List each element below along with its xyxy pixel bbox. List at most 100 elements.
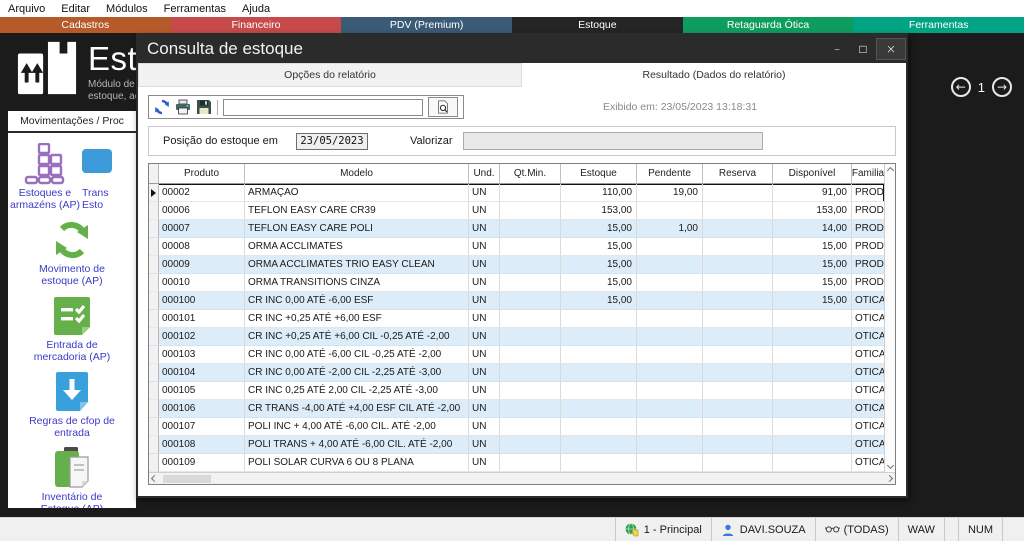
- close-button[interactable]: ×: [876, 38, 906, 60]
- cell-modelo: CR INC 0,25 ATÉ 2,00 CIL -2,25 ATÉ -3,00: [245, 382, 469, 400]
- vertical-scrollbar[interactable]: [884, 164, 895, 472]
- column-header-qtmin[interactable]: Qt.Min.: [500, 164, 561, 184]
- user-icon: [721, 523, 735, 537]
- cell-disponivel: 91,00: [773, 184, 852, 202]
- cell-modelo: TEFLON EASY CARE POLI: [245, 220, 469, 238]
- table-row[interactable]: 000108POLI TRANS + 4,00 ATÉ -6,00 CIL. A…: [149, 436, 884, 454]
- sidebar-item-movimento-de-estoque-ap[interactable]: Movimento de estoque (AP): [8, 219, 136, 295]
- row-indicator: [149, 418, 159, 436]
- table-row[interactable]: 00006TEFLON EASY CARE CR39UN153,00153,00…: [149, 202, 884, 220]
- column-header-reserva[interactable]: Reserva: [703, 164, 773, 184]
- table-row[interactable]: 000103CR INC 0,00 ATÉ -6,00 CIL -0,25 AT…: [149, 346, 884, 364]
- table-row[interactable]: 000101CR INC +0,25 ATÉ +6,00 ESFUNOTICA …: [149, 310, 884, 328]
- table-row[interactable]: 00009ORMA ACCLIMATES TRIO EASY CLEANUN15…: [149, 256, 884, 274]
- station-label: WAW: [908, 524, 935, 536]
- scroll-up-icon[interactable]: [886, 167, 893, 174]
- cell-estoque: [561, 310, 637, 328]
- preview-button[interactable]: [428, 97, 458, 117]
- module-tab-financeiro[interactable]: Financeiro: [171, 17, 342, 33]
- column-header-pendente[interactable]: Pendente: [637, 164, 703, 184]
- horizontal-scrollbar[interactable]: [149, 472, 895, 484]
- column-header-familia[interactable]: Familia: [852, 164, 884, 184]
- scroll-down-icon[interactable]: [886, 462, 893, 469]
- table-row[interactable]: 00008ORMA ACCLIMATESUN15,0015,00PRODUTO: [149, 238, 884, 256]
- table-row[interactable]: 00007TEFLON EASY CARE POLIUN15,001,0014,…: [149, 220, 884, 238]
- scroll-left-icon[interactable]: [151, 475, 158, 482]
- maximize-button[interactable]: □: [850, 38, 876, 60]
- table-row[interactable]: 00010ORMA TRANSITIONS CINZAUN15,0015,00P…: [149, 274, 884, 292]
- grid-header: ProdutoModeloUnd.Qt.Min.EstoquePendenteR…: [149, 164, 884, 184]
- module-tab-pdv-premium[interactable]: PDV (Premium): [341, 17, 512, 33]
- toolbar-search-input[interactable]: [223, 99, 423, 116]
- app-background: Estoque Módulo de estoque, ac ← 1 → Movi…: [0, 33, 1024, 517]
- column-header-modelo[interactable]: Modelo: [245, 164, 469, 184]
- sidebar-tab-movimentacoes[interactable]: Movimentações / Proc: [8, 111, 136, 133]
- table-row[interactable]: 000106CR TRANS -4,00 ATÉ +4,00 ESF CIL A…: [149, 400, 884, 418]
- row-indicator: [149, 400, 159, 418]
- window-buttons: – □ ×: [824, 35, 906, 63]
- page-prev-button[interactable]: ←: [951, 77, 971, 97]
- grid-body: 00002ARMAÇAOUN110,0019,0091,00PRODUTO000…: [149, 184, 884, 472]
- cell-pendente: [637, 418, 703, 436]
- cell-pendente: [637, 256, 703, 274]
- cell-modelo: POLI INC + 4,00 ATÉ -6,00 CIL. ATÉ -2,00: [245, 418, 469, 436]
- module-tab-ferramentas[interactable]: Ferramentas: [853, 17, 1024, 33]
- dialog-titlebar[interactable]: Consulta de estoque – □ ×: [138, 35, 906, 63]
- refresh-icon[interactable]: [154, 99, 170, 115]
- cell-estoque: [561, 436, 637, 454]
- sidebar-item-estoques-e-armazens-ap[interactable]: Estoques e armazéns (AP): [8, 143, 82, 219]
- menu-item-modulos[interactable]: Módulos: [106, 3, 148, 15]
- table-row[interactable]: 000105CR INC 0,25 ATÉ 2,00 CIL -2,25 ATÉ…: [149, 382, 884, 400]
- menu-item-editar[interactable]: Editar: [61, 3, 90, 15]
- posicao-estoque-date-field[interactable]: 23/05/2023: [296, 133, 368, 150]
- menu-item-arquivo[interactable]: Arquivo: [8, 3, 45, 15]
- cell-familia: OTICA REI: [852, 346, 884, 364]
- tab-resultado[interactable]: Resultado (Dados do relatório): [522, 63, 906, 87]
- cell-familia: PRODUTO: [852, 256, 884, 274]
- table-row[interactable]: 000104CR INC 0,00 ATÉ -2,00 CIL -2,25 AT…: [149, 364, 884, 382]
- cell-produto: 000106: [159, 400, 245, 418]
- row-indicator: [149, 274, 159, 292]
- cell-familia: PRODUTO: [852, 184, 884, 202]
- hscroll-thumb[interactable]: [163, 475, 211, 483]
- cell-produto: 000103: [159, 346, 245, 364]
- column-header-und[interactable]: Und.: [469, 164, 500, 184]
- save-icon[interactable]: [196, 99, 212, 115]
- cell-reserva: [703, 310, 773, 328]
- selected-row-arrow-icon: [151, 189, 156, 197]
- valorizar-input[interactable]: [463, 132, 763, 150]
- scroll-right-icon[interactable]: [886, 475, 893, 482]
- sidebar-item-inventario-de-estoque-ap[interactable]: Inventário de Estoque (AP): [8, 447, 136, 508]
- module-tab-estoque[interactable]: Estoque: [512, 17, 683, 33]
- sidebar-item-entrada-de-mercadoria-ap[interactable]: Entrada de mercadoria (AP): [8, 295, 136, 371]
- menu-item-ferramentas[interactable]: Ferramentas: [164, 3, 226, 15]
- table-row[interactable]: 000100CR INC 0,00 ATÉ -6,00 ESFUN15,0015…: [149, 292, 884, 310]
- cell-modelo: ORMA ACCLIMATES TRIO EASY CLEAN: [245, 256, 469, 274]
- cell-pendente: [637, 238, 703, 256]
- table-row[interactable]: 000107POLI INC + 4,00 ATÉ -6,00 CIL. ATÉ…: [149, 418, 884, 436]
- column-header-produto[interactable]: Produto: [159, 164, 245, 184]
- cell-und: UN: [469, 310, 500, 328]
- sidebar-item-regras-de-cfop-de-entrada[interactable]: Regras de cfop de entrada: [8, 371, 136, 447]
- table-row[interactable]: 000109POLI SOLAR CURVA 6 OU 8 PLANAUNOTI…: [149, 454, 884, 472]
- cell-qtmin: [500, 328, 561, 346]
- table-row[interactable]: 00002ARMAÇAOUN110,0019,0091,00PRODUTO: [149, 184, 884, 202]
- company-label: 1 - Principal: [644, 524, 702, 536]
- minimize-button[interactable]: –: [824, 38, 850, 60]
- print-icon[interactable]: [175, 99, 191, 115]
- tab-opcoes-do-relatorio[interactable]: Opções do relatório: [138, 63, 522, 87]
- menu-item-ajuda[interactable]: Ajuda: [242, 3, 270, 15]
- module-tab-cadastros[interactable]: Cadastros: [0, 17, 171, 33]
- column-header-disponivel[interactable]: Disponível: [773, 164, 852, 184]
- num-lock-label: NUM: [968, 524, 993, 536]
- sidebar-item-trans-esto[interactable]: Trans Esto: [82, 143, 136, 219]
- cell-modelo: ARMAÇAO: [245, 184, 469, 202]
- row-indicator: [149, 310, 159, 328]
- table-row[interactable]: 000102CR INC +0,25 ATÉ +6,00 CIL -0,25 A…: [149, 328, 884, 346]
- page-next-button[interactable]: →: [992, 77, 1012, 97]
- row-indicator: [149, 184, 159, 202]
- cell-reserva: [703, 238, 773, 256]
- cell-modelo: CR INC +0,25 ATÉ +6,00 CIL -0,25 ATÉ -2,…: [245, 328, 469, 346]
- column-header-estoque[interactable]: Estoque: [561, 164, 637, 184]
- module-tab-retaguarda-otica[interactable]: Retaguarda Ótica: [683, 17, 854, 33]
